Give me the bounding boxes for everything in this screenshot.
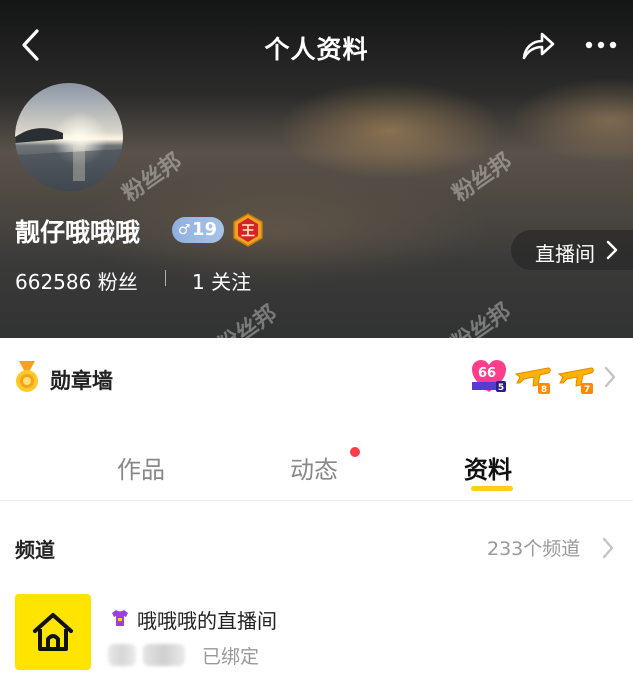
shirt-icon [112, 610, 128, 626]
king-badge-icon: 王 [233, 213, 263, 247]
channel-name: 哦哦哦的直播间 [137, 609, 277, 633]
stat-divider [165, 270, 166, 286]
plane-badge-icon: 8 [514, 367, 551, 395]
share-button[interactable] [520, 28, 556, 62]
watermark: 粉丝邦 [118, 148, 187, 208]
male-gender-icon: ♂ [178, 222, 191, 238]
blurred-text [143, 644, 185, 666]
chevron-right-icon [606, 240, 618, 260]
tab-profile-info[interactable]: 资料 [464, 450, 512, 485]
live-room-button[interactable]: 直播间 [511, 230, 633, 270]
plane-badge-level: 7 [584, 385, 590, 395]
watermark: 粉丝邦 [447, 298, 516, 338]
blurred-text [108, 644, 136, 666]
notification-dot [350, 447, 360, 457]
more-button[interactable] [582, 30, 622, 60]
live-room-label: 直播间 [535, 242, 595, 266]
medal-wall-label: 勋章墙 [50, 369, 113, 393]
level-badge: ♂ 19 [172, 217, 224, 243]
following-count[interactable]: 1 关注 [192, 266, 251, 295]
medal-wall-row[interactable]: 勋章墙 66 5 8 7 [0, 338, 633, 418]
king-rank-badge: 王 [232, 213, 264, 247]
sunset-lake-avatar-image [15, 83, 123, 191]
level-number: 19 [192, 219, 218, 240]
tab-works[interactable]: 作品 [117, 450, 165, 485]
channel-thumbnail [15, 594, 91, 670]
avatar[interactable] [15, 83, 123, 191]
profile-header-background: 粉丝邦 粉丝邦 粉丝邦 粉丝邦 个人资料 靓仔哦哦哦 ♂ 19 王 662586… [0, 0, 633, 338]
rank-badge-char: 王 [241, 224, 255, 240]
divider [0, 500, 633, 501]
channel-section-header: 频道 233个频道 [0, 520, 633, 572]
user-name: 靓仔哦哦哦 [15, 218, 141, 247]
home-icon [33, 613, 73, 651]
active-tab-indicator [471, 486, 513, 491]
watermark: 粉丝邦 [448, 148, 517, 208]
tab-feed[interactable]: 动态 [290, 450, 338, 485]
plane-badge-icon: 7 [557, 367, 594, 395]
plane-badge-level: 8 [541, 385, 547, 395]
profile-tabs: 作品 动态 资料 [0, 430, 633, 500]
share-icon [522, 32, 555, 60]
channel-count-link[interactable]: 233个频道 [487, 534, 580, 561]
badge-66-text: 66 [478, 366, 496, 381]
more-dots-icon [585, 41, 617, 49]
channel-bind-status: 已绑定 [202, 646, 260, 668]
channel-list-item[interactable]: 哦哦哦的直播间 已绑定 [0, 592, 633, 676]
watermark: 粉丝邦 [213, 300, 282, 338]
channel-section-title: 频道 [15, 538, 55, 562]
badge-66-level: 5 [498, 383, 504, 393]
medal-icon [16, 361, 38, 392]
chevron-right-icon [604, 366, 616, 388]
chevron-right-icon[interactable] [601, 537, 615, 559]
heart-66-badge-icon: 66 5 [472, 360, 506, 393]
fans-count[interactable]: 662586 粉丝 [15, 266, 138, 295]
